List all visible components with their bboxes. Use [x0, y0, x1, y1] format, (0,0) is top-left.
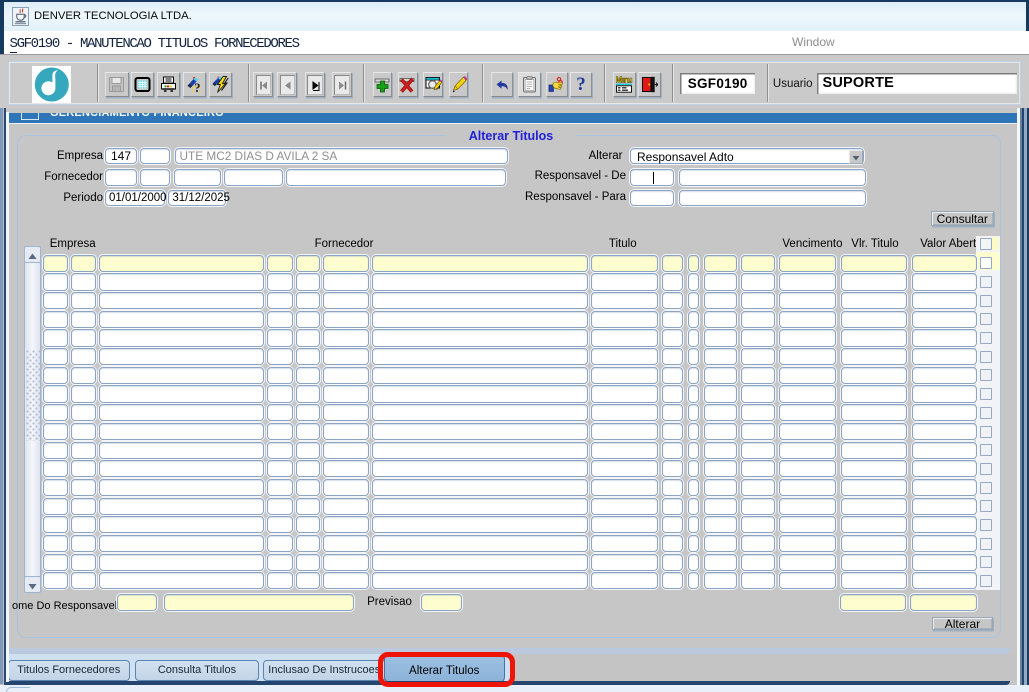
svg-text:?: ? [194, 81, 200, 93]
svg-text:Menu: Menu [616, 76, 633, 85]
